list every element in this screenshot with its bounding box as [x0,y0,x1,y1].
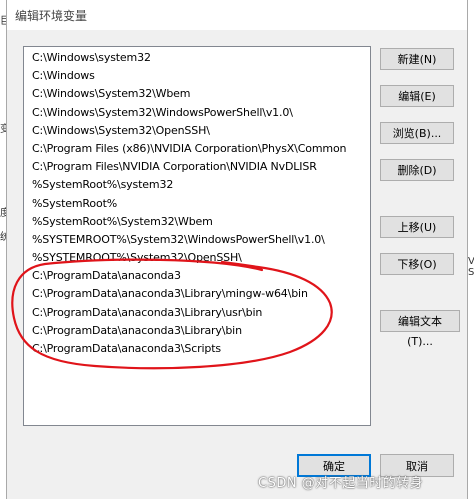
path-list-item[interactable]: %SystemRoot%\system32 [24,176,370,194]
path-list-item[interactable]: C:\Windows\System32\Wbem [24,85,370,103]
background-text-fragment: V S [468,256,474,278]
background-window-right: V S [467,0,474,499]
title-bar[interactable]: 编辑环境变量 [7,0,467,30]
browse-button[interactable]: 浏览(B)... [380,122,454,144]
path-list-item[interactable]: C:\ProgramData\anaconda3\Library\usr\bin [24,304,370,322]
path-list-item[interactable]: C:\Program Files\NVIDIA Corporation\NVID… [24,158,370,176]
path-list-item[interactable]: C:\Windows\system32 [24,49,370,67]
path-list-item[interactable]: %SYSTEMROOT%\System32\OpenSSH\ [24,249,370,267]
new-button[interactable]: 新建(N) [380,48,454,70]
move-up-button[interactable]: 上移(U) [380,216,454,238]
move-down-button[interactable]: 下移(O) [380,253,454,275]
edit-text-button[interactable]: 编辑文本(T)... [380,310,460,348]
path-list-item[interactable]: %SYSTEMROOT%\System32\WindowsPowerShell\… [24,231,370,249]
path-list-item[interactable]: C:\ProgramData\anaconda3\Library\bin [24,322,370,340]
path-list-item[interactable]: %SystemRoot% [24,195,370,213]
watermark: CSDN @对不起当时的转身 [258,476,424,491]
path-list-item[interactable]: C:\Windows\System32\WindowsPowerShell\v1… [24,104,370,122]
edit-env-variable-dialog: 编辑环境变量 C:\Windows\system32 C:\Windows C:… [6,0,468,499]
dialog-title: 编辑环境变量 [15,9,88,23]
path-list-item[interactable]: C:\Program Files (x86)\NVIDIA Corporatio… [24,140,370,158]
path-list-item[interactable]: %SystemRoot%\System32\Wbem [24,213,370,231]
delete-button[interactable]: 删除(D) [380,159,454,181]
path-list-item[interactable]: C:\ProgramData\anaconda3\Library\mingw-w… [24,285,370,303]
path-list-item[interactable]: C:\Windows\System32\OpenSSH\ [24,122,370,140]
path-list-item[interactable]: C:\Windows [24,67,370,85]
path-list-item[interactable]: C:\ProgramData\anaconda3 [24,267,370,285]
edit-button[interactable]: 编辑(E) [380,85,454,107]
path-list-item[interactable]: C:\ProgramData\anaconda3\Scripts [24,340,370,358]
path-list[interactable]: C:\Windows\system32 C:\Windows C:\Window… [23,46,371,426]
